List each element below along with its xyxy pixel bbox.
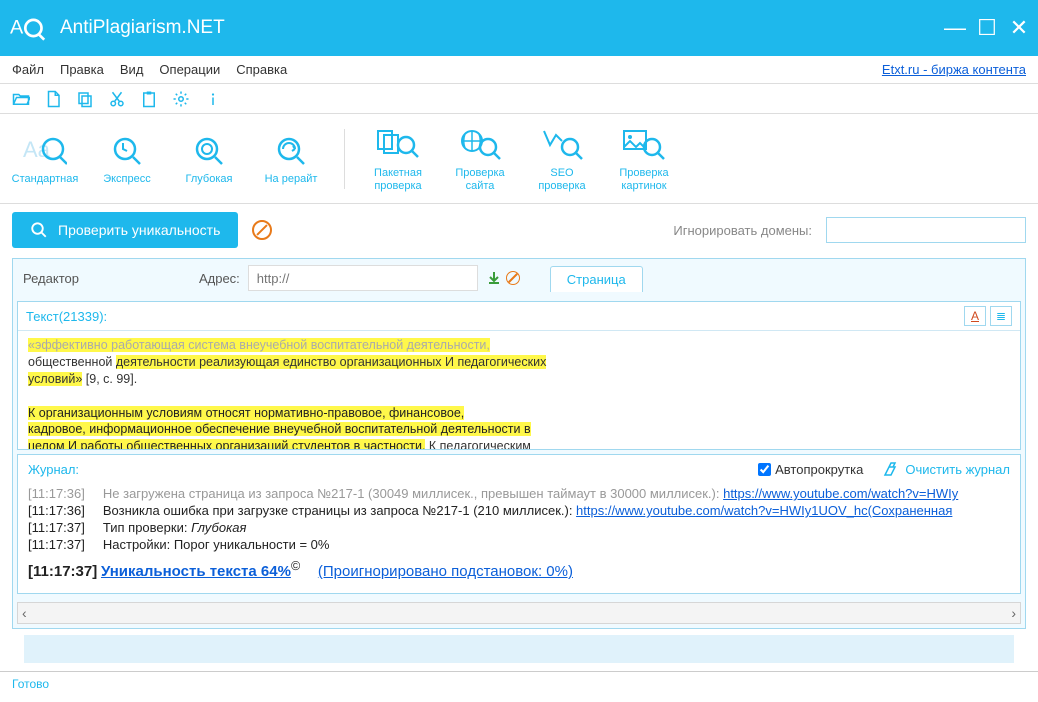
ignore-domains-input[interactable]	[826, 217, 1026, 243]
ribbon-seo[interactable]: SEO проверка	[523, 125, 601, 191]
text-mode-a-button[interactable]: A	[964, 306, 986, 326]
log-row: [11:17:36]Не загружена страница из запро…	[28, 485, 1010, 502]
ribbon-standard[interactable]: Aa Стандартная	[6, 131, 84, 185]
menu-view[interactable]: Вид	[120, 62, 144, 77]
check-uniqueness-button[interactable]: Проверить уникальность	[12, 212, 238, 248]
settings-icon[interactable]	[172, 90, 190, 108]
editor-tab-label: Редактор	[23, 271, 79, 286]
copy-icon[interactable]	[76, 90, 94, 108]
bottom-strip	[24, 635, 1014, 663]
app-title: AntiPlagiarism.NET	[60, 17, 944, 39]
ribbon-site[interactable]: Проверка сайта	[441, 125, 519, 191]
ribbon-batch[interactable]: Пакетная проверка	[359, 125, 437, 191]
log-row: [11:17:37]Настройки: Порог уникальности …	[28, 536, 1010, 553]
etxt-link[interactable]: Etxt.ru - биржа контента	[882, 62, 1026, 77]
url-input[interactable]	[248, 265, 478, 291]
maximize-button[interactable]: ☐	[976, 15, 998, 41]
horizontal-scrollbar[interactable]: ‹›	[17, 602, 1021, 624]
menu-edit[interactable]: Правка	[60, 62, 104, 77]
paste-icon[interactable]	[140, 90, 158, 108]
text-body[interactable]: «эффективно работающая система внеучебно…	[18, 331, 1020, 449]
ribbon-images[interactable]: Проверка картинок	[605, 125, 683, 191]
log-title: Журнал:	[28, 462, 758, 477]
log-panel: Журнал: Автопрокрутка Очистить журнал [1…	[17, 454, 1021, 594]
minimize-button[interactable]: —	[944, 15, 966, 41]
text-panel: Текст(21339): A ≣ «эффективно работающая…	[17, 301, 1021, 450]
page-tab[interactable]: Страница	[550, 266, 643, 292]
text-mode-list-button[interactable]: ≣	[990, 306, 1012, 326]
stop-icon[interactable]	[252, 220, 272, 240]
app-logo: A	[8, 8, 48, 48]
cut-icon[interactable]	[108, 90, 126, 108]
window-controls: — ☐ ✕	[944, 15, 1030, 41]
menu-operations[interactable]: Операции	[159, 62, 220, 77]
status-text: Готово	[12, 677, 49, 691]
ribbon: Aa Стандартная Экспресс Глубокая На рера…	[0, 114, 1038, 204]
action-row: Проверить уникальность Игнорировать доме…	[12, 212, 1026, 248]
download-icon[interactable]	[486, 270, 502, 286]
cancel-url-icon[interactable]	[506, 271, 520, 285]
address-label: Адрес:	[199, 271, 240, 286]
menu-help[interactable]: Справка	[236, 62, 287, 77]
info-icon[interactable]	[204, 90, 222, 108]
ignore-domains-label: Игнорировать домены:	[673, 223, 812, 238]
ignored-substitutions-link[interactable]: (Проигнорировано подстановок: 0%)	[318, 563, 573, 580]
uniqueness-result-link[interactable]: Уникальность текста 64%	[101, 563, 291, 580]
log-result-row: [11:17:37] Уникальность текста 64%© (Про…	[28, 553, 1010, 591]
menubar: Файл Правка Вид Операции Справка Etxt.ru…	[0, 56, 1038, 84]
clear-log-button[interactable]: Очистить журнал	[883, 461, 1010, 477]
ribbon-rewrite[interactable]: На рерайт	[252, 131, 330, 185]
editor-panel: Редактор Адрес: Страница Текст(21339): A…	[12, 258, 1026, 629]
open-icon[interactable]	[12, 90, 30, 108]
ribbon-deep[interactable]: Глубокая	[170, 131, 248, 185]
svg-text:A: A	[10, 16, 24, 38]
log-row: [11:17:36]Возникла ошибка при загрузке с…	[28, 502, 1010, 519]
autoscroll-checkbox[interactable]: Автопрокрутка	[758, 462, 863, 477]
status-bar: Готово	[0, 671, 1038, 695]
ribbon-express[interactable]: Экспресс	[88, 131, 166, 185]
new-file-icon[interactable]	[44, 90, 62, 108]
close-button[interactable]: ✕	[1008, 15, 1030, 41]
log-body: [11:17:36]Не загружена страница из запро…	[18, 483, 1020, 593]
titlebar: A AntiPlagiarism.NET — ☐ ✕	[0, 0, 1038, 56]
text-count-label: Текст(21339):	[26, 309, 107, 324]
toolbar	[0, 84, 1038, 114]
menu-file[interactable]: Файл	[12, 62, 44, 77]
log-row: [11:17:37]Тип проверки: Глубокая	[28, 519, 1010, 536]
